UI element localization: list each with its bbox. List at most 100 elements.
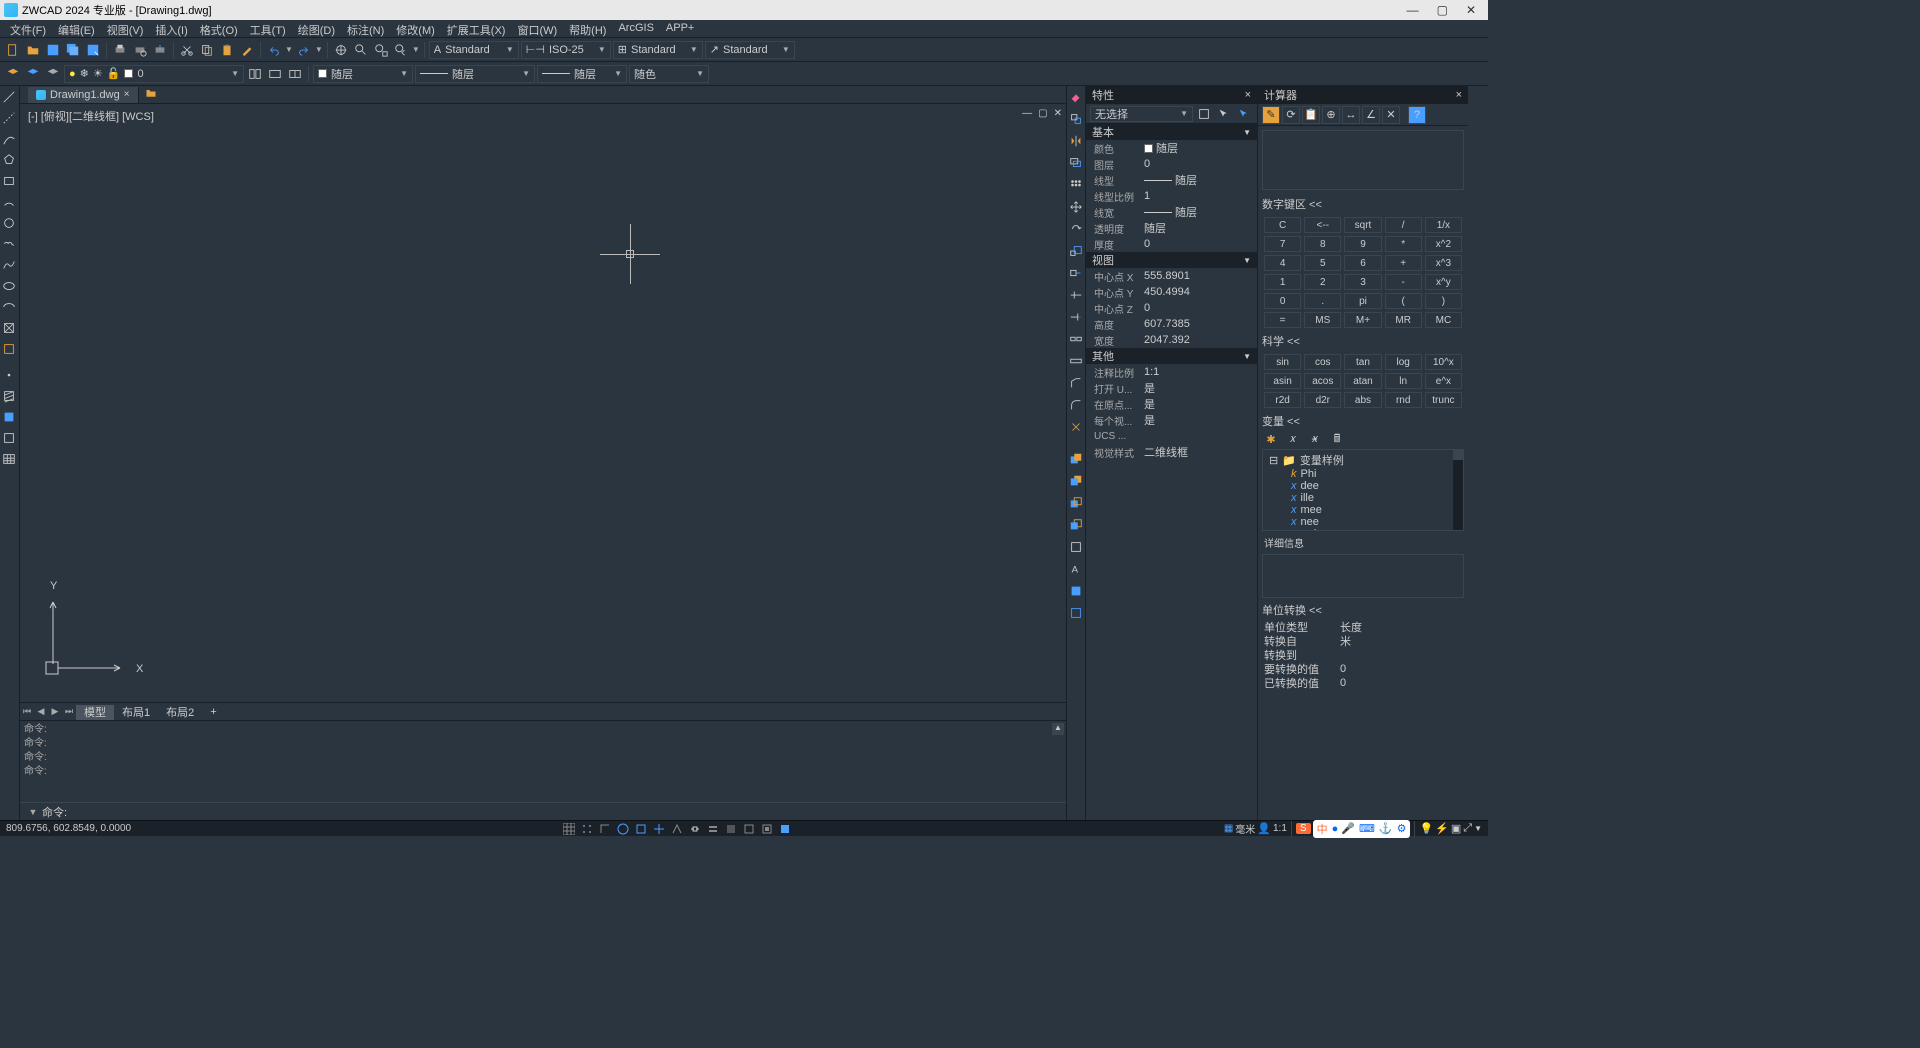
join-icon[interactable] xyxy=(1067,352,1085,370)
tablestyle-combo[interactable]: ⊞ Standard ▼ xyxy=(613,41,703,59)
sec-unit-header[interactable]: 单位转换 << xyxy=(1258,600,1468,620)
layer-walk-icon[interactable] xyxy=(286,65,304,83)
quick-props-toggle-icon[interactable] xyxy=(777,822,793,836)
calc-key[interactable]: + xyxy=(1385,255,1422,271)
sec-variables-header[interactable]: 变量 << xyxy=(1258,411,1468,431)
property-row[interactable]: 线型比例1 xyxy=(1086,188,1257,204)
calc-sci-key[interactable]: acos xyxy=(1304,373,1341,389)
sec-numeric-header[interactable]: 数字键区 << xyxy=(1258,194,1468,214)
calc-key[interactable]: . xyxy=(1304,293,1341,309)
circle-icon[interactable] xyxy=(0,214,18,232)
layout-first-icon[interactable]: ⏮ xyxy=(20,705,34,719)
gradient-icon[interactable] xyxy=(0,408,18,426)
layout-add-tab[interactable]: + xyxy=(202,704,224,720)
menu-item[interactable]: 文件(F) xyxy=(4,20,52,37)
revcloud-icon[interactable] xyxy=(0,235,18,253)
arc-icon[interactable] xyxy=(0,130,18,148)
person-icon[interactable]: 👤 xyxy=(1257,822,1271,835)
print-preview-icon[interactable] xyxy=(131,41,149,59)
var-scrollbar[interactable] xyxy=(1453,450,1463,530)
publish-icon[interactable] xyxy=(151,41,169,59)
redo-icon[interactable] xyxy=(295,41,313,59)
var-delete-icon[interactable]: 𝑥̶ xyxy=(1306,430,1324,448)
calc-key[interactable]: 1/x xyxy=(1425,217,1462,233)
property-row[interactable]: 颜色随层 xyxy=(1086,140,1257,156)
draworder-above-icon[interactable] xyxy=(1067,494,1085,512)
print-icon[interactable] xyxy=(111,41,129,59)
hardware-accel-icon[interactable]: ⚡ xyxy=(1435,822,1449,835)
select-objects-icon[interactable] xyxy=(1215,105,1233,123)
erase-icon[interactable] xyxy=(1067,88,1085,106)
property-row[interactable]: 在原点...是 xyxy=(1086,396,1257,412)
clean-screen-icon[interactable]: ▣ xyxy=(1451,822,1461,835)
calc-sci-key[interactable]: 10^x xyxy=(1425,354,1462,370)
calc-key[interactable]: 7 xyxy=(1264,236,1301,252)
saveas-icon[interactable] xyxy=(84,41,102,59)
layer-make-current-icon[interactable] xyxy=(266,65,284,83)
unit-row[interactable]: 转换自米 xyxy=(1258,634,1468,648)
calc-getcoord-icon[interactable]: ⊕ xyxy=(1322,106,1340,124)
menu-item[interactable]: 编辑(E) xyxy=(52,20,101,37)
save-icon[interactable] xyxy=(44,41,62,59)
calc-key[interactable]: pi xyxy=(1344,293,1381,309)
dimstyle-combo[interactable]: ⊢⊣ ISO-25 ▼ xyxy=(521,41,611,59)
calc-key[interactable]: ( xyxy=(1385,293,1422,309)
ellipse-arc-icon[interactable] xyxy=(0,298,18,316)
match-prop-icon[interactable] xyxy=(238,41,256,59)
model-paper-toggle-icon[interactable] xyxy=(759,822,775,836)
ray-icon[interactable] xyxy=(0,109,18,127)
spline-icon[interactable] xyxy=(0,256,18,274)
zoom-window-icon[interactable] xyxy=(372,41,390,59)
calc-key[interactable]: 3 xyxy=(1344,274,1381,290)
copy-obj-icon[interactable] xyxy=(1067,110,1085,128)
calc-sci-key[interactable]: atan xyxy=(1344,373,1381,389)
layout-prev-icon[interactable]: ◀ xyxy=(34,705,48,719)
maximize-button[interactable]: ▢ xyxy=(1437,3,1448,17)
calc-key[interactable]: MR xyxy=(1385,312,1422,328)
properties-close-icon[interactable]: × xyxy=(1245,89,1251,101)
calc-key[interactable]: x^2 xyxy=(1425,236,1462,252)
property-row[interactable]: 高度607.7385 xyxy=(1086,316,1257,332)
calc-key[interactable]: - xyxy=(1385,274,1422,290)
calc-key[interactable]: C xyxy=(1264,217,1301,233)
chamfer-icon[interactable] xyxy=(1067,374,1085,392)
var-edit-icon[interactable]: 𝑥 xyxy=(1284,430,1302,448)
menu-item[interactable]: ArcGIS xyxy=(612,20,659,37)
unit-row[interactable]: 转换到 xyxy=(1258,648,1468,662)
property-row[interactable]: 打开 U...是 xyxy=(1086,380,1257,396)
variable-tree[interactable]: ⊟📁变量样例 kPhixdeexillexmeexneexrad xyxy=(1262,449,1464,531)
menu-item[interactable]: 修改(M) xyxy=(390,20,441,37)
tab-close-icon[interactable]: × xyxy=(124,89,130,100)
otrack-toggle-icon[interactable] xyxy=(651,822,667,836)
polar-toggle-icon[interactable] xyxy=(615,822,631,836)
isolate-icon[interactable]: 💡 xyxy=(1419,822,1433,835)
calc-sci-key[interactable]: sin xyxy=(1264,354,1301,370)
region-icon[interactable] xyxy=(0,429,18,447)
property-row[interactable]: 注释比例1:1 xyxy=(1086,364,1257,380)
customize-icon[interactable]: ⤢ xyxy=(1463,822,1472,835)
menu-item[interactable]: 工具(T) xyxy=(244,20,292,37)
explode-icon[interactable] xyxy=(1067,418,1085,436)
sec-scientific-header[interactable]: 科学 << xyxy=(1258,331,1468,351)
property-row[interactable]: 线型随层 xyxy=(1086,172,1257,188)
command-dropdown-icon[interactable]: ▼ xyxy=(24,803,42,821)
property-row[interactable]: 图层0 xyxy=(1086,156,1257,172)
viewport-close-icon[interactable]: ✕ xyxy=(1054,108,1062,119)
command-scroll-up-icon[interactable]: ▲ xyxy=(1052,723,1064,735)
calc-history-icon[interactable]: ⟳ xyxy=(1282,106,1300,124)
menu-item[interactable]: 视图(V) xyxy=(101,20,150,37)
trim-icon[interactable] xyxy=(1067,286,1085,304)
variable-item[interactable]: xdee xyxy=(1265,480,1461,492)
units-status-icon[interactable]: ▦ xyxy=(1224,823,1233,834)
selection-combo[interactable]: 无选择 ▼ xyxy=(1090,106,1193,122)
tab-add-icon[interactable] xyxy=(139,87,163,102)
calc-key[interactable]: MS xyxy=(1304,312,1341,328)
point-icon[interactable] xyxy=(0,366,18,384)
menu-item[interactable]: 插入(I) xyxy=(149,20,193,37)
property-row[interactable]: 线宽随层 xyxy=(1086,204,1257,220)
minimize-button[interactable]: — xyxy=(1407,3,1419,17)
menu-item[interactable]: 扩展工具(X) xyxy=(441,20,512,37)
toggle-pickadd-icon[interactable] xyxy=(1195,105,1213,123)
calc-sci-key[interactable]: d2r xyxy=(1304,392,1341,408)
lwt-toggle-icon[interactable] xyxy=(705,822,721,836)
